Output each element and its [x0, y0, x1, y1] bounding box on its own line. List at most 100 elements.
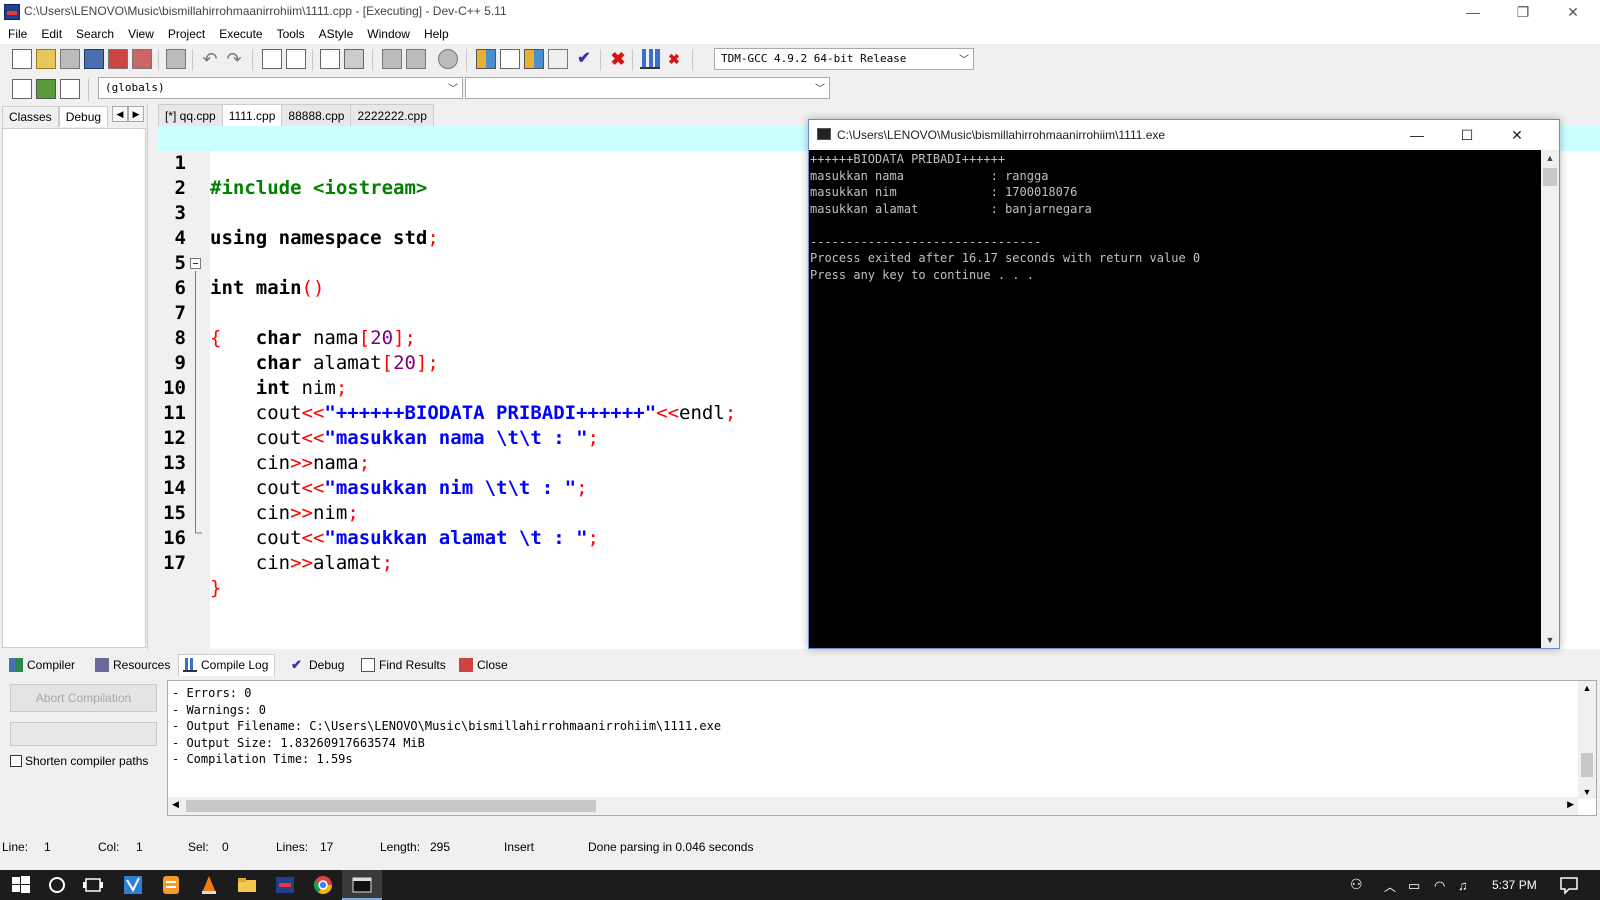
run-icon[interactable]	[500, 49, 520, 69]
menu-tools[interactable]: Tools	[269, 24, 311, 41]
notifications-icon[interactable]	[1558, 874, 1580, 896]
compile-log[interactable]: - Errors: 0 - Warnings: 0 - Output Filen…	[167, 680, 1597, 816]
file-tab-88888[interactable]: 88888.cpp	[281, 104, 352, 126]
replace-icon[interactable]	[286, 49, 306, 69]
console-icon	[352, 877, 372, 893]
chevron-right-icon[interactable]: ▶	[128, 106, 144, 122]
console-output[interactable]: ++++++BIODATA PRIBADI++++++ masukkan nam…	[809, 150, 1541, 648]
bookmarks-icon[interactable]	[60, 79, 80, 99]
tab-resources[interactable]: Resources	[90, 654, 177, 676]
tab-debug-output[interactable]: ✔ Debug	[286, 654, 351, 676]
menu-edit[interactable]: Edit	[33, 24, 68, 41]
minimize-button[interactable]: —	[1450, 0, 1496, 24]
devcpp-icon[interactable]	[274, 874, 296, 896]
tab-debug[interactable]: Debug	[58, 106, 109, 127]
chevron-down-icon: ﹀	[959, 55, 969, 66]
visual-studio-icon[interactable]	[122, 874, 144, 896]
log-horizontal-scrollbar[interactable]: ◀ ▶	[168, 797, 1578, 815]
console-title-bar[interactable]: C:\Users\LENOVO\Music\bismillahirrohmaan…	[809, 120, 1559, 150]
profile-icon[interactable]	[640, 49, 660, 69]
toggle-bookmark-icon[interactable]	[438, 49, 458, 69]
menu-search[interactable]: Search	[68, 24, 120, 41]
menu-view[interactable]: View	[120, 24, 160, 41]
goto-next-icon[interactable]	[406, 49, 426, 69]
close-button[interactable]: ✕	[1550, 0, 1596, 24]
shorten-paths-checkbox[interactable]: Shorten compiler paths	[10, 754, 148, 768]
close-all-icon[interactable]	[132, 49, 152, 69]
scroll-down-icon[interactable]: ▼	[1541, 632, 1559, 648]
status-sel-label: Sel:	[188, 840, 209, 854]
taskbar-clock[interactable]: 5:37 PM	[1492, 878, 1537, 892]
file-explorer-icon[interactable]	[236, 874, 258, 896]
chevron-left-icon[interactable]: ◀	[112, 106, 128, 122]
tab-compile-log[interactable]: Compile Log	[178, 654, 276, 676]
open-file-icon[interactable]	[36, 49, 56, 69]
unindent-icon[interactable]	[344, 49, 364, 69]
console-scrollbar[interactable]: ▲ ▼	[1541, 150, 1559, 648]
print-icon[interactable]	[166, 49, 186, 69]
log-vertical-scrollbar[interactable]: ▲ ▼	[1578, 681, 1596, 799]
goto-prev-icon[interactable]	[382, 49, 402, 69]
tab-compiler[interactable]: Compiler	[4, 654, 82, 676]
indent-icon[interactable]	[320, 49, 340, 69]
tab-find-results[interactable]: Find Results	[356, 654, 453, 676]
delete-profile-icon[interactable]: ✖	[664, 49, 684, 69]
compile-icon[interactable]	[476, 49, 496, 69]
restore-button[interactable]: ❐	[1500, 0, 1546, 24]
chevron-up-icon[interactable]: ︿	[1384, 878, 1396, 895]
file-tab-qq[interactable]: [*] qq.cpp	[158, 104, 223, 126]
wifi-icon[interactable]: ◠	[1434, 878, 1445, 894]
menu-window[interactable]: Window	[359, 24, 416, 41]
vlc-icon[interactable]	[198, 874, 220, 896]
console-close-button[interactable]: ✕	[1493, 120, 1541, 150]
volume-icon[interactable]: ♫	[1458, 878, 1468, 893]
save-icon[interactable]	[60, 49, 80, 69]
checkbox-box[interactable]	[10, 755, 22, 767]
chrome-icon[interactable]	[312, 874, 334, 896]
find-icon[interactable]	[262, 49, 282, 69]
compiler-select[interactable]: TDM-GCC 4.9.2 64-bit Release ﹀	[714, 48, 974, 70]
menu-execute[interactable]: Execute	[211, 24, 268, 41]
console-minimize-button[interactable]: —	[1393, 120, 1441, 150]
battery-icon[interactable]: ▭	[1408, 878, 1420, 894]
function-select[interactable]: ﹀	[465, 77, 830, 99]
people-icon[interactable]: ⚇	[1350, 876, 1363, 893]
menu-project[interactable]: Project	[160, 24, 211, 41]
insert-icon[interactable]	[12, 79, 32, 99]
rebuild-all-icon[interactable]	[548, 49, 568, 69]
console-window[interactable]: C:\Users\LENOVO\Music\bismillahirrohmaan…	[808, 119, 1560, 649]
windows-start-icon[interactable]	[10, 874, 32, 896]
cortana-icon[interactable]	[46, 874, 68, 896]
menu-astyle[interactable]: AStyle	[311, 24, 360, 41]
abort-compilation-button[interactable]: Abort Compilation	[10, 684, 157, 712]
sublime-icon[interactable]	[160, 874, 182, 896]
syntax-check-icon[interactable]: ✔	[574, 49, 594, 69]
goto-declaration-icon[interactable]	[36, 79, 56, 99]
symbol: }	[210, 577, 222, 599]
new-file-icon[interactable]	[12, 49, 32, 69]
stop-execution-icon[interactable]: ✖	[608, 49, 628, 69]
scroll-thumb[interactable]	[1543, 168, 1557, 186]
scroll-right-icon[interactable]: ▶	[1567, 799, 1574, 810]
menu-file[interactable]: File	[0, 24, 33, 41]
file-tab-1111[interactable]: 1111.cpp	[221, 104, 283, 126]
task-view-icon[interactable]	[82, 874, 104, 896]
scroll-left-icon[interactable]: ◀	[172, 799, 179, 810]
save-all-icon[interactable]	[84, 49, 104, 69]
undo-icon[interactable]: ↶	[200, 49, 220, 69]
compile-run-icon[interactable]	[524, 49, 544, 69]
close-file-icon[interactable]	[108, 49, 128, 69]
scroll-down-icon[interactable]: ▼	[1578, 787, 1596, 797]
scope-select[interactable]: (globals) ﹀	[98, 77, 463, 99]
tab-classes[interactable]: Classes	[2, 106, 59, 127]
console-maximize-button[interactable]: ☐	[1443, 120, 1491, 150]
menu-help[interactable]: Help	[416, 24, 455, 41]
scroll-up-icon[interactable]: ▲	[1541, 150, 1559, 166]
scroll-up-icon[interactable]: ▲	[1578, 683, 1596, 693]
tab-close[interactable]: Close	[454, 654, 515, 676]
file-tab-2222222[interactable]: 2222222.cpp	[350, 104, 434, 126]
console-task-button[interactable]	[342, 870, 382, 900]
scroll-thumb[interactable]	[186, 800, 596, 812]
redo-icon[interactable]: ↷	[224, 49, 244, 69]
scroll-thumb[interactable]	[1581, 753, 1593, 777]
